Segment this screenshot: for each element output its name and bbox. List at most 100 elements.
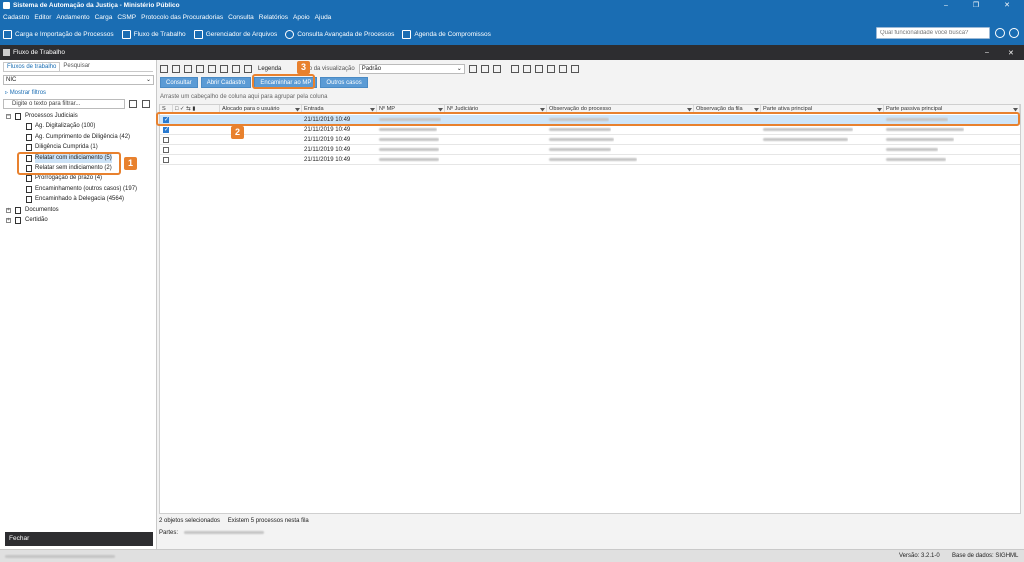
toolbar-consulta-avancada[interactable]: Consulta Avançada de Processos [285,29,394,39]
group-icon[interactable] [208,64,216,73]
tree-node-ag-cumprimento[interactable]: Ag. Cumprimento de Diligência (42) [0,132,157,142]
layout-icon[interactable] [480,64,489,73]
menu-editor[interactable]: Editor [34,14,51,21]
minimize-button[interactable]: – [935,0,957,11]
tree-node-diligencia-cumprida[interactable]: Diligência Cumprida (1) [0,142,157,152]
toolbar-carga-importacao[interactable]: Carga e Importação de Processos [3,29,114,39]
details-icon[interactable] [534,64,543,73]
menu-csmp[interactable]: CSMP [117,14,136,21]
paste-icon[interactable] [196,64,204,73]
new-icon[interactable] [160,64,168,73]
menu-consulta[interactable]: Consulta [228,14,254,21]
tree-node-certidao[interactable]: + Certidão [0,215,157,225]
columns-icon[interactable] [510,64,519,73]
parts-line: Partes: [159,530,264,536]
save-icon[interactable] [468,64,477,73]
table-row[interactable]: 21/11/2019 10:49 [160,155,1020,165]
menu-cadastro[interactable]: Cadastro [3,14,29,21]
menu-relatorios[interactable]: Relatórios [259,14,288,21]
workflow-select-value: NIC [6,77,17,83]
legend-label[interactable]: Legenda [258,66,281,72]
menu-protocolo[interactable]: Protocolo das Procuradorias [141,14,223,21]
row-checkbox[interactable] [163,147,169,153]
window-title: Sistema de Automação da Justiça - Minist… [13,2,180,9]
tree-filter-input[interactable]: Digite o texto para filtrar... [3,99,125,109]
show-filters-link[interactable]: ▹ Mostrar filtros [5,89,46,96]
doc-close-button[interactable]: ✕ [1008,49,1014,57]
remove-icon[interactable] [492,64,501,73]
redacted-value [761,125,853,135]
users-icon[interactable] [1009,28,1019,38]
doc-minimize-button[interactable]: – [985,49,989,56]
collapse-icon[interactable]: – [6,114,11,119]
feature-search-input[interactable] [876,27,990,39]
document-icon [15,113,21,120]
toolbar-gerenciador-arquivos[interactable]: Gerenciador de Arquivos [193,29,278,39]
chevron-right-icon: ▹ [5,90,9,96]
close-window-button[interactable]: ✕ [996,0,1018,11]
row-date: 21/11/2019 10:49 [304,157,351,163]
abrir-cadastro-button[interactable]: Abrir Cadastro [200,77,252,88]
row-checkbox[interactable] [163,157,169,163]
row-checkbox[interactable]: ✓ [163,127,169,133]
redacted-value [884,135,954,145]
menu-apoio[interactable]: Apoio [293,14,310,21]
workflow-icon [121,29,131,39]
table-row[interactable]: 21/11/2019 10:49 [160,145,1020,155]
redacted-value [377,125,437,135]
redacted-value [884,125,964,135]
tree-filter-placeholder: Digite o texto para filtrar... [12,101,81,107]
tree-node-encaminhado-delegacia[interactable]: Encaminhado à Delegacia (4564) [0,194,157,204]
toolbar-fluxo-trabalho[interactable]: Fluxo de Trabalho [121,29,186,39]
menu-ajuda[interactable]: Ajuda [315,14,332,21]
tree-node-label: Processos Judiciais [25,113,78,119]
menu-andamento[interactable]: Andamento [56,14,89,21]
home-icon[interactable] [995,28,1005,38]
calendar-icon [402,29,412,39]
expand-icon[interactable]: + [6,217,11,223]
tree-node-label: Ag. Digitalização (100) [35,123,96,130]
table-row[interactable]: ✓ 21/11/2019 10:49 [160,125,1020,135]
selected-count: 2 objetos selecionados [159,518,221,524]
copy-icon[interactable] [184,64,192,73]
print-icon[interactable] [570,64,579,73]
left-panel: Fluxos de trabalho Pesquisar NIC ⌄ ▹ Mos… [0,60,157,549]
tree-node-ag-digitalizacao[interactable]: Ag. Digitalização (100) [0,121,157,131]
table-row[interactable]: 21/11/2019 10:49 [160,135,1020,145]
maximize-button[interactable]: ❐ [965,0,987,11]
outros-casos-button[interactable]: Outros casos [320,77,368,88]
window-icon[interactable] [558,64,567,73]
collapse-all-icon[interactable] [142,100,150,108]
expand-all-icon[interactable] [129,100,137,108]
redacted-value [547,155,637,165]
toolbar-agenda[interactable]: Agenda de Compromissos [402,29,491,39]
legend-icon[interactable] [244,64,252,73]
refresh-icon[interactable] [172,64,180,73]
row-checkbox[interactable] [163,137,169,143]
right-panel: Legenda Estilo da visualização Padrão ⌄ … [157,60,1024,549]
tree-node-encaminhamento[interactable]: Encaminhamento (outros casos) (197) [0,184,157,194]
row-date: 21/11/2019 10:49 [304,137,351,143]
menu-carga[interactable]: Carga [95,14,113,21]
toolbar-label: Gerenciador de Arquivos [205,30,278,38]
report-icon[interactable] [522,64,531,73]
grid-icon[interactable] [546,64,555,73]
export-icon[interactable] [232,64,240,73]
workflow-select[interactable]: NIC ⌄ [3,75,154,85]
tree-node-processos-judiciais[interactable]: – Processos Judiciais [0,111,157,121]
redacted-value [377,155,439,165]
style-select[interactable]: Padrão ⌄ [358,63,465,74]
app-icon [3,2,10,9]
tab-fluxos[interactable]: Fluxos de trabalho [3,62,61,71]
tab-pesquisar[interactable]: Pesquisar [60,62,93,71]
document-icon [26,144,32,152]
close-button[interactable]: Fechar [5,532,153,546]
filter-icon[interactable] [220,64,228,73]
consultar-button[interactable]: Consultar [160,77,198,88]
expand-icon[interactable]: + [6,207,11,213]
redacted-value [761,135,848,145]
document-icon [26,175,32,183]
download-icon [3,29,12,39]
tree-node-documentos[interactable]: + Documentos [0,205,157,215]
redacted-value [5,555,115,558]
